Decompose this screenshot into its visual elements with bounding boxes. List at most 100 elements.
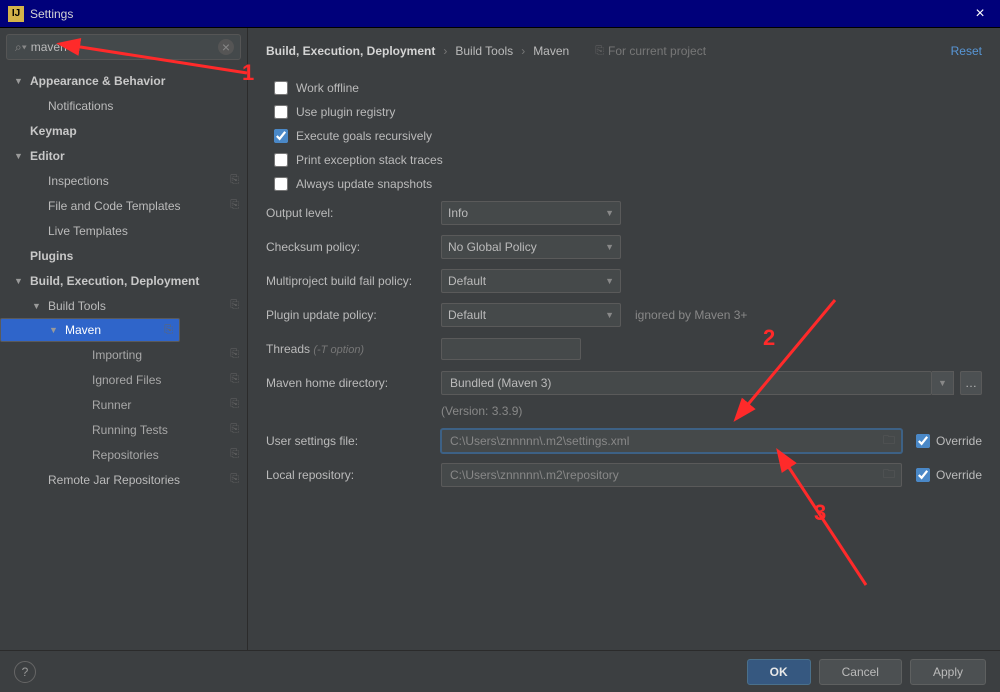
sidebar-item-label: Inspections bbox=[48, 174, 109, 188]
sidebar-item-label: Running Tests bbox=[92, 423, 168, 437]
search-input[interactable] bbox=[31, 40, 218, 54]
settings-sidebar: ⌕▾ × ▼ Appearance & Behavior Notifications… bbox=[0, 28, 248, 650]
plugin-update-row: Plugin update policy: Default ▼ ignored … bbox=[266, 298, 982, 332]
sidebar-item-plugins[interactable]: Plugins bbox=[0, 243, 247, 268]
settings-tree: ▼ Appearance & Behavior Notifications Keyma… bbox=[0, 66, 247, 650]
apply-button[interactable]: Apply bbox=[910, 659, 986, 685]
sidebar-item-editor[interactable]: ▼ Editor bbox=[0, 143, 247, 168]
clear-search-icon[interactable]: × bbox=[218, 39, 234, 55]
sidebar-item-label: File and Code Templates bbox=[48, 199, 181, 213]
breadcrumb-leaf: Maven bbox=[533, 44, 569, 58]
settings-main: Build, Execution, Deployment › Build Too… bbox=[248, 28, 1000, 650]
sidebar-item-file-and-code-templates[interactable]: File and Code Templates ⎘ bbox=[0, 193, 247, 218]
execute-goals-recursively-row[interactable]: Execute goals recursively bbox=[266, 124, 982, 148]
user-settings-input[interactable]: C:\Users\znnnnn\.m2\settings.xml 🗀 bbox=[441, 429, 902, 453]
chevron-down-icon: ▼ bbox=[605, 310, 614, 320]
copy-settings-icon: ⎘ bbox=[230, 199, 239, 212]
sidebar-item-ignored-files[interactable]: Ignored Files ⎘ bbox=[0, 367, 247, 392]
chevron-right-icon: › bbox=[521, 44, 525, 58]
for-current-project: ⎘ For current project bbox=[595, 44, 706, 58]
always-update-snapshots-checkbox[interactable] bbox=[274, 177, 288, 191]
sidebar-item-label: Maven bbox=[65, 323, 101, 337]
ok-button[interactable]: OK bbox=[747, 659, 811, 685]
always-update-snapshots-row[interactable]: Always update snapshots bbox=[266, 172, 982, 196]
use-plugin-registry-row[interactable]: Use plugin registry bbox=[266, 100, 982, 124]
sidebar-item-remote-jar-repositories[interactable]: Remote Jar Repositories⎘ bbox=[0, 467, 247, 492]
maven-home-select[interactable]: Bundled (Maven 3) bbox=[441, 371, 932, 395]
close-icon[interactable]: × bbox=[968, 5, 992, 23]
sidebar-item-appearance-behavior[interactable]: ▼ Appearance & Behavior bbox=[0, 68, 247, 93]
sidebar-item-label: Plugins bbox=[30, 249, 73, 263]
work-offline-checkbox[interactable] bbox=[274, 81, 288, 95]
maven-home-row: Maven home directory: Bundled (Maven 3) … bbox=[266, 366, 982, 400]
multiproject-fail-select[interactable]: Default ▼ bbox=[441, 269, 621, 293]
sidebar-item-label: Notifications bbox=[48, 99, 113, 113]
sidebar-item-maven[interactable]: ▼Maven⎘ bbox=[0, 318, 180, 342]
sidebar-item-label: Ignored Files bbox=[92, 373, 161, 387]
sidebar-item-running-tests[interactable]: Running Tests ⎘ bbox=[0, 417, 247, 442]
breadcrumb-mid[interactable]: Build Tools bbox=[455, 44, 513, 58]
plugin-update-select[interactable]: Default ▼ bbox=[441, 303, 621, 327]
chevron-down-icon: ▼ bbox=[605, 276, 614, 286]
copy-settings-icon: ⎘ bbox=[230, 423, 239, 436]
sidebar-item-label: Editor bbox=[30, 149, 65, 163]
sidebar-item-build-tools[interactable]: ▼Build Tools⎘ bbox=[0, 293, 247, 318]
sidebar-item-inspections[interactable]: Inspections ⎘ bbox=[0, 168, 247, 193]
app-icon: IJ bbox=[8, 6, 24, 22]
sidebar-item-label: Live Templates bbox=[48, 224, 128, 238]
local-repo-override-checkbox[interactable] bbox=[916, 468, 930, 482]
copy-settings-icon: ⎘ bbox=[230, 398, 239, 411]
threads-input[interactable] bbox=[441, 338, 581, 360]
sidebar-item-live-templates[interactable]: Live Templates bbox=[0, 218, 247, 243]
breadcrumb-root[interactable]: Build, Execution, Deployment bbox=[266, 44, 435, 58]
sidebar-item-label: Build, Execution, Deployment bbox=[30, 274, 199, 288]
multiproject-fail-row: Multiproject build fail policy: Default … bbox=[266, 264, 982, 298]
sidebar-item-notifications[interactable]: Notifications bbox=[0, 93, 247, 118]
copy-settings-icon: ⎘ bbox=[230, 448, 239, 461]
chevron-down-icon: ▼ bbox=[605, 242, 614, 252]
chevron-down-icon: ▼ bbox=[49, 325, 61, 335]
work-offline-row[interactable]: Work offline bbox=[266, 76, 982, 100]
cancel-button[interactable]: Cancel bbox=[819, 659, 902, 685]
folder-icon[interactable]: 🗀 bbox=[883, 465, 895, 486]
print-exception-stack-row[interactable]: Print exception stack traces bbox=[266, 148, 982, 172]
titlebar: IJ Settings × bbox=[0, 0, 1000, 28]
use-plugin-registry-checkbox[interactable] bbox=[274, 105, 288, 119]
sidebar-item-label: Importing bbox=[92, 348, 142, 362]
sidebar-item-label: Build Tools bbox=[48, 299, 106, 313]
sidebar-item-label: Runner bbox=[92, 398, 131, 412]
sidebar-item-label: Appearance & Behavior bbox=[30, 74, 165, 88]
user-settings-override[interactable]: Override bbox=[916, 434, 982, 448]
checksum-policy-select[interactable]: No Global Policy ▼ bbox=[441, 235, 621, 259]
sidebar-item-label: Keymap bbox=[30, 124, 77, 138]
local-repo-input[interactable]: C:\Users\znnnnn\.m2\repository 🗀 bbox=[441, 463, 902, 487]
search-icon: ⌕▾ bbox=[15, 40, 27, 55]
sidebar-item-importing[interactable]: Importing⎘ bbox=[0, 342, 247, 367]
work-offline-label: Work offline bbox=[296, 81, 359, 95]
user-settings-override-checkbox[interactable] bbox=[916, 434, 930, 448]
chevron-right-icon: › bbox=[443, 44, 447, 58]
folder-icon[interactable]: 🗀 bbox=[883, 431, 895, 452]
print-exception-stack-checkbox[interactable] bbox=[274, 153, 288, 167]
maven-home-browse-button[interactable]: … bbox=[960, 371, 982, 395]
chevron-down-icon: ▼ bbox=[14, 76, 26, 86]
chevron-down-icon: ▼ bbox=[14, 276, 26, 286]
output-level-select[interactable]: Info ▼ bbox=[441, 201, 621, 225]
local-repo-row: Local repository: C:\Users\znnnnn\.m2\re… bbox=[266, 458, 982, 492]
chevron-down-icon: ▼ bbox=[14, 151, 26, 161]
local-repo-override[interactable]: Override bbox=[916, 468, 982, 482]
maven-home-dropdown-icon[interactable]: ▼ bbox=[932, 371, 954, 395]
sidebar-item-keymap[interactable]: Keymap bbox=[0, 118, 247, 143]
sidebar-item-label: Remote Jar Repositories bbox=[48, 473, 180, 487]
help-button[interactable]: ? bbox=[14, 661, 36, 683]
search-field[interactable]: ⌕▾ × bbox=[6, 34, 241, 60]
execute-goals-recursively-checkbox[interactable] bbox=[274, 129, 288, 143]
copy-settings-icon: ⎘ bbox=[230, 174, 239, 187]
sidebar-item-repositories[interactable]: Repositories⎘ bbox=[0, 442, 247, 467]
reset-link[interactable]: Reset bbox=[951, 44, 982, 58]
sidebar-item-build-execution-deployment[interactable]: ▼ Build, Execution, Deployment bbox=[0, 268, 247, 293]
user-settings-row: User settings file: C:\Users\znnnnn\.m2\… bbox=[266, 424, 982, 458]
sidebar-item-runner[interactable]: Runner ⎘ bbox=[0, 392, 247, 417]
dialog-footer: ? OK Cancel Apply bbox=[0, 650, 1000, 692]
copy-settings-icon: ⎘ bbox=[230, 373, 239, 386]
